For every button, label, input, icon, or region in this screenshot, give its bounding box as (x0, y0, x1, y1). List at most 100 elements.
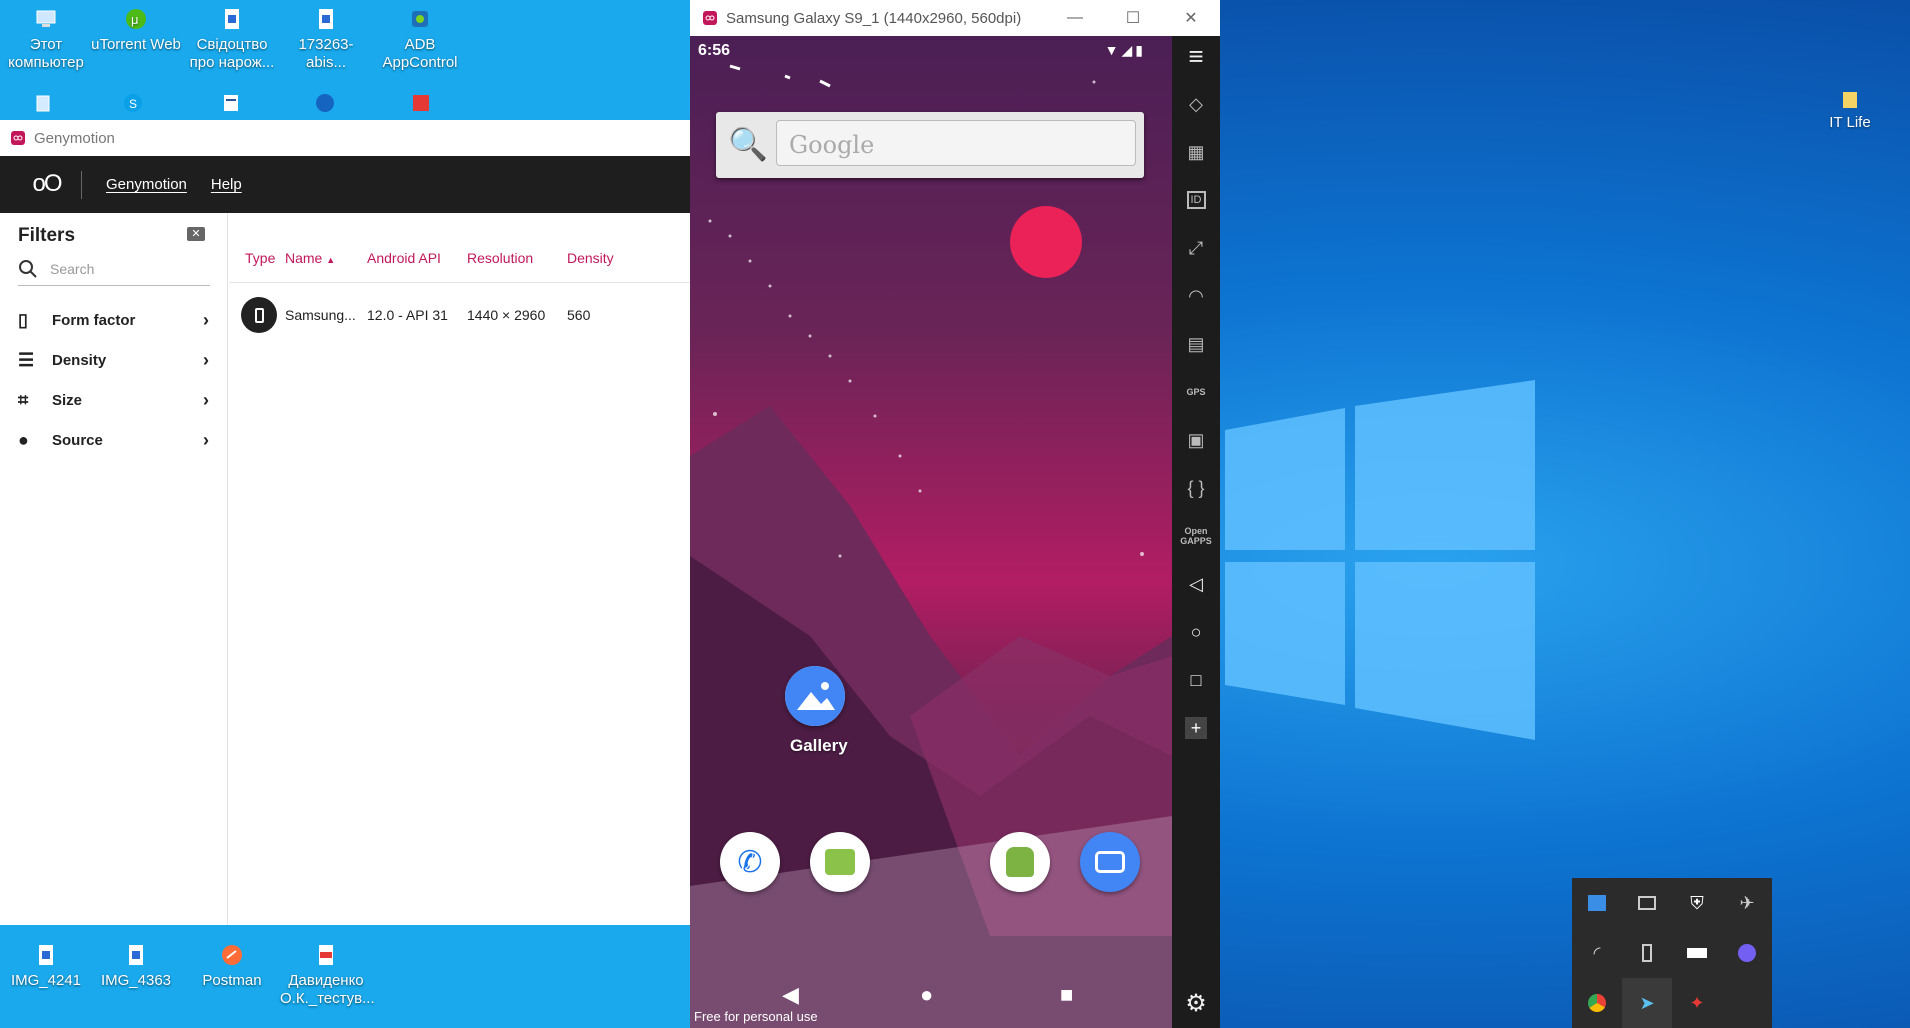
google-search-widget[interactable]: 🔍 Google (716, 112, 1144, 178)
scale-icon[interactable]: ⤢ (1172, 228, 1220, 268)
plus-icon[interactable]: + (1172, 708, 1220, 748)
desktop-icon-label: Давиденко О.К._тестув... (280, 972, 375, 1007)
tray-app-icon[interactable] (1572, 878, 1622, 928)
status-icons: ▼◢▮ (1104, 42, 1146, 58)
svg-text:μ: μ (131, 12, 139, 27)
desktop-icon-img4363[interactable]: IMG_4363 (90, 942, 182, 990)
emulator-toolbar: ≡ ◇ ▦ ID ⤢ ◠ ▤ GPS ▣ { } Open GAPPS ◁ ○ … (1172, 36, 1220, 1028)
filter-label: Density (52, 351, 107, 369)
svg-text:S: S (129, 97, 137, 111)
minimize-button[interactable]: — (1046, 0, 1104, 36)
desktop-icon-itlife[interactable]: IT Life (1820, 90, 1880, 131)
resolution-cell: 1440 × 2960 (467, 307, 546, 323)
tray-wifi-icon[interactable]: ◜ (1572, 928, 1622, 978)
messages-app-icon[interactable] (810, 832, 870, 892)
google-search-field[interactable]: Google (776, 120, 1136, 166)
media-icon[interactable]: ▣ (1172, 420, 1220, 460)
nav-back-icon[interactable]: ◀ (782, 982, 799, 1008)
desktop-icon-certificate[interactable]: Свідоцтво про нарож... (186, 6, 278, 72)
app-icon[interactable] (410, 92, 432, 114)
gallery-label: Gallery (790, 736, 848, 755)
id-icon[interactable]: ID (1172, 180, 1220, 220)
table-row[interactable]: Samsung... 12.0 - API 31 1440 × 2960 560 (229, 289, 690, 341)
desktop-icon-label: IMG_4241 (10, 972, 82, 989)
column-type[interactable]: Type (229, 250, 285, 266)
tray-viber-icon[interactable] (1722, 928, 1772, 978)
menu-help[interactable]: Help (211, 176, 242, 193)
menu-genymotion[interactable]: Genymotion (106, 176, 187, 193)
genymotion-window: Genymotion oO Genymotion Help Filters ✕ … (0, 120, 690, 925)
filter-source[interactable]: ● Source › (18, 420, 209, 460)
phone-app-icon[interactable]: ✆ (720, 832, 780, 892)
tray-shield-icon[interactable]: ⛨ (1672, 878, 1722, 928)
android-screen[interactable]: 6:56 ▼◢▮ 🔍 Google Gallery ✆ ◀ ● ■ Free f… (690, 36, 1172, 1028)
nav-recents-icon[interactable]: ■ (1060, 982, 1073, 1008)
phone-icon: ▯ (18, 309, 28, 330)
desktop-icon-adb[interactable]: ADB AppControl (374, 6, 466, 72)
clear-filters-icon[interactable]: ✕ (187, 227, 205, 241)
desktop-icon-utorrent[interactable]: μ uTorrent Web (90, 6, 182, 54)
tray-chrome-icon[interactable] (1572, 978, 1622, 1028)
filter-form-factor[interactable]: ▯ Form factor › (18, 300, 209, 340)
app-icon[interactable] (314, 92, 336, 114)
desktop-icon-document[interactable]: 173263-abis... (280, 6, 372, 72)
filter-search[interactable]: Search (18, 259, 210, 286)
chevron-right-icon: › (203, 389, 209, 410)
gps-icon[interactable]: GPS (1172, 372, 1220, 412)
pdf-icon (319, 945, 333, 965)
word-icon[interactable] (220, 92, 242, 114)
code-icon[interactable]: { } (1172, 468, 1220, 508)
settings-icon[interactable]: ⚙ (1172, 983, 1220, 1023)
emulator-titlebar: Samsung Galaxy S9_1 (1440x2960, 560dpi) … (690, 0, 1220, 36)
image-icon (39, 945, 53, 965)
recents-icon[interactable]: □ (1172, 660, 1220, 700)
filter-label: Form factor (52, 311, 136, 329)
maximize-button[interactable]: ☐ (1104, 0, 1162, 36)
filter-label: Source (52, 431, 103, 449)
rotate-icon[interactable]: ◇ (1172, 84, 1220, 124)
clapper-icon[interactable]: ▦ (1172, 132, 1220, 172)
tray-battery-icon[interactable] (1672, 928, 1722, 978)
gallery-app-icon[interactable] (785, 666, 845, 726)
column-name[interactable]: Name ▲ (285, 250, 367, 266)
tray-app2-icon[interactable]: ✦ (1672, 978, 1722, 1028)
filters-panel: Filters ✕ Search ▯ Form factor › ☰ Densi… (0, 213, 228, 925)
home-icon[interactable]: ○ (1172, 612, 1220, 652)
nav-home-icon[interactable]: ● (920, 982, 933, 1008)
image-icon (129, 945, 143, 965)
tray-telegram-icon[interactable]: ➤ (1622, 978, 1672, 1028)
filter-size[interactable]: ⌗ Size › (18, 380, 209, 420)
menu-icon[interactable]: ≡ (1172, 36, 1220, 76)
emulator-window: Samsung Galaxy S9_1 (1440x2960, 560dpi) … (690, 0, 1220, 1028)
opengapps-icon[interactable]: Open GAPPS (1172, 516, 1220, 556)
search-input[interactable]: Search (50, 261, 94, 277)
android-app-icon[interactable] (990, 832, 1050, 892)
postman-icon (222, 945, 242, 965)
back-icon[interactable]: ◁ (1172, 564, 1220, 604)
search-icon (19, 260, 37, 278)
person-icon: ● (18, 429, 29, 450)
tray-usb-icon[interactable] (1622, 928, 1672, 978)
tray-monitor-icon[interactable] (1622, 878, 1672, 928)
phone-device-icon (241, 297, 277, 333)
desktop-icon-postman[interactable]: Postman (186, 942, 278, 990)
column-name-label: Name (285, 250, 323, 266)
desktop-icon-pdf[interactable]: Давиденко О.К._тестув... (280, 942, 375, 1008)
tray-satellite-icon[interactable]: ✈ (1722, 878, 1772, 928)
filters-title: Filters (18, 225, 76, 246)
column-resolution[interactable]: Resolution (467, 250, 567, 266)
desktop-icon-label: IMG_4363 (100, 972, 172, 989)
desktop-icon-computer[interactable]: Этот компьютер (0, 6, 92, 72)
column-android-api[interactable]: Android API (367, 250, 467, 266)
recycle-bin-icon[interactable] (32, 92, 54, 114)
filter-density[interactable]: ☰ Density › (18, 340, 209, 380)
cast-icon[interactable]: ◠ (1172, 276, 1220, 316)
close-button[interactable]: ✕ (1162, 0, 1220, 36)
desktop-icon-img4241[interactable]: IMG_4241 (0, 942, 92, 990)
skype-icon[interactable]: S (122, 92, 144, 114)
desktop-icon-label: Свідоцтво про нарож... (189, 36, 275, 71)
document-icon (225, 9, 239, 29)
sim-icon[interactable]: ▤ (1172, 324, 1220, 364)
camera-app-icon[interactable] (1080, 832, 1140, 892)
column-density[interactable]: Density (567, 250, 667, 266)
